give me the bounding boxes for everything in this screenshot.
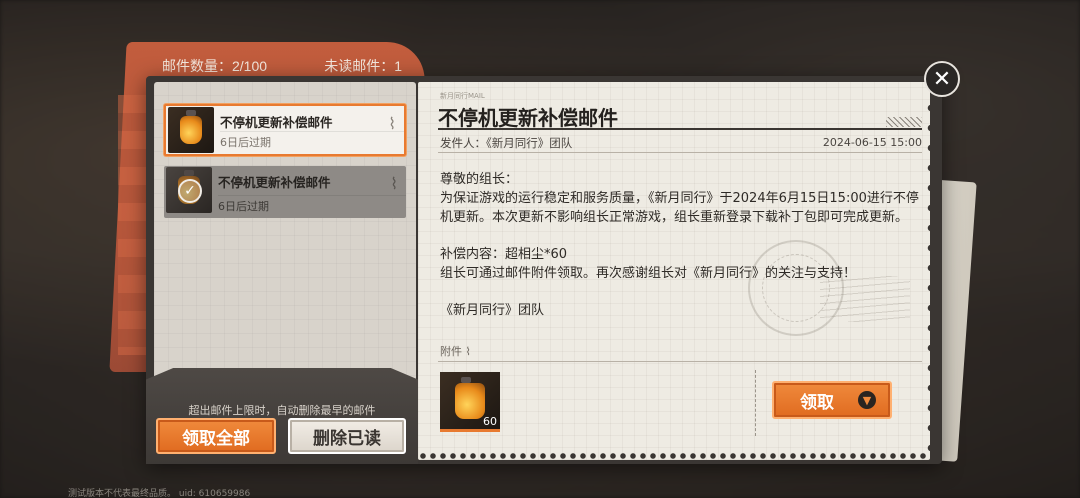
letter-compensation: 补偿内容：超相尘*60: [440, 247, 568, 262]
title-divider: [438, 128, 922, 130]
mail-item-title: 不停机更新补偿邮件: [218, 175, 331, 190]
paperclip-icon: ⌇: [390, 174, 398, 193]
attachment-label: 附件 ⌇: [440, 345, 471, 358]
mail-limit-note: 超出邮件上限时，自动删除最早的邮件: [188, 404, 376, 417]
letter-header-mark: 新月同行MAIL: [440, 92, 485, 100]
letter-greeting: 尊敬的组长：: [440, 172, 519, 187]
paperclip-icon: ⌇: [465, 345, 471, 358]
close-icon[interactable]: ✕: [924, 61, 960, 97]
lantern-jar-icon: [168, 107, 214, 153]
attachment-divider: [438, 361, 922, 362]
download-arrow-icon: ▼: [858, 391, 876, 409]
mail-item-title: 不停机更新补偿邮件: [220, 115, 333, 130]
letter-note: 组长可通过邮件附件领取。再次感谢组长对《新月同行》的关注与支持！: [440, 266, 857, 281]
delete-read-button[interactable]: 删除已读: [288, 418, 406, 454]
perforated-edge: [926, 98, 936, 458]
perforated-bottom-edge: [418, 452, 930, 460]
attachment-item-slot[interactable]: 60: [440, 372, 500, 432]
unread-count-label: 未读邮件：1: [324, 58, 402, 74]
title-hatch-decoration: [886, 117, 922, 127]
letter-body: 尊敬的组长： 为保证游戏的运行稳定和服务质量，《新月同行》于2024年6月15日…: [440, 170, 920, 320]
mail-count-label: 邮件数量：2/100: [162, 58, 268, 74]
mail-list-item-1[interactable]: 不停机更新补偿邮件 6日后过期 ⌇: [164, 104, 406, 156]
letter-date: 2024-06-15 15:00: [822, 136, 922, 149]
mail-item-expire: 6日后过期: [220, 131, 404, 150]
build-footer: 测试版本不代表最终品质。 uid: 610659986: [68, 489, 251, 498]
letter-sender: 发件人：《新月同行》团队: [440, 136, 573, 150]
claim-button[interactable]: 领取 ▼: [772, 381, 892, 419]
dashed-separator: [755, 370, 756, 436]
attachment-item-count: 60: [483, 415, 497, 428]
mail-list-item-2[interactable]: ✓ 不停机更新补偿邮件 6日后过期 ⌇: [164, 166, 406, 218]
lantern-jar-icon: [455, 376, 485, 419]
letter-title: 不停机更新补偿邮件: [438, 106, 618, 130]
mail-item-expire: 6日后过期: [218, 195, 406, 214]
claim-button-label: 领取: [800, 392, 834, 413]
letter-paragraph: 为保证游戏的运行稳定和服务质量，《新月同行》于2024年6月15日15:00进行…: [440, 191, 919, 225]
mail-counts: 邮件数量：2/100 未读邮件：1: [162, 56, 402, 76]
claim-all-button[interactable]: 领取全部: [156, 418, 276, 454]
paperclip-icon: ⌇: [388, 114, 396, 133]
header-divider: [438, 152, 922, 153]
claimed-check-icon: ✓: [166, 167, 212, 213]
letter-signature: 《新月同行》团队: [440, 303, 545, 318]
